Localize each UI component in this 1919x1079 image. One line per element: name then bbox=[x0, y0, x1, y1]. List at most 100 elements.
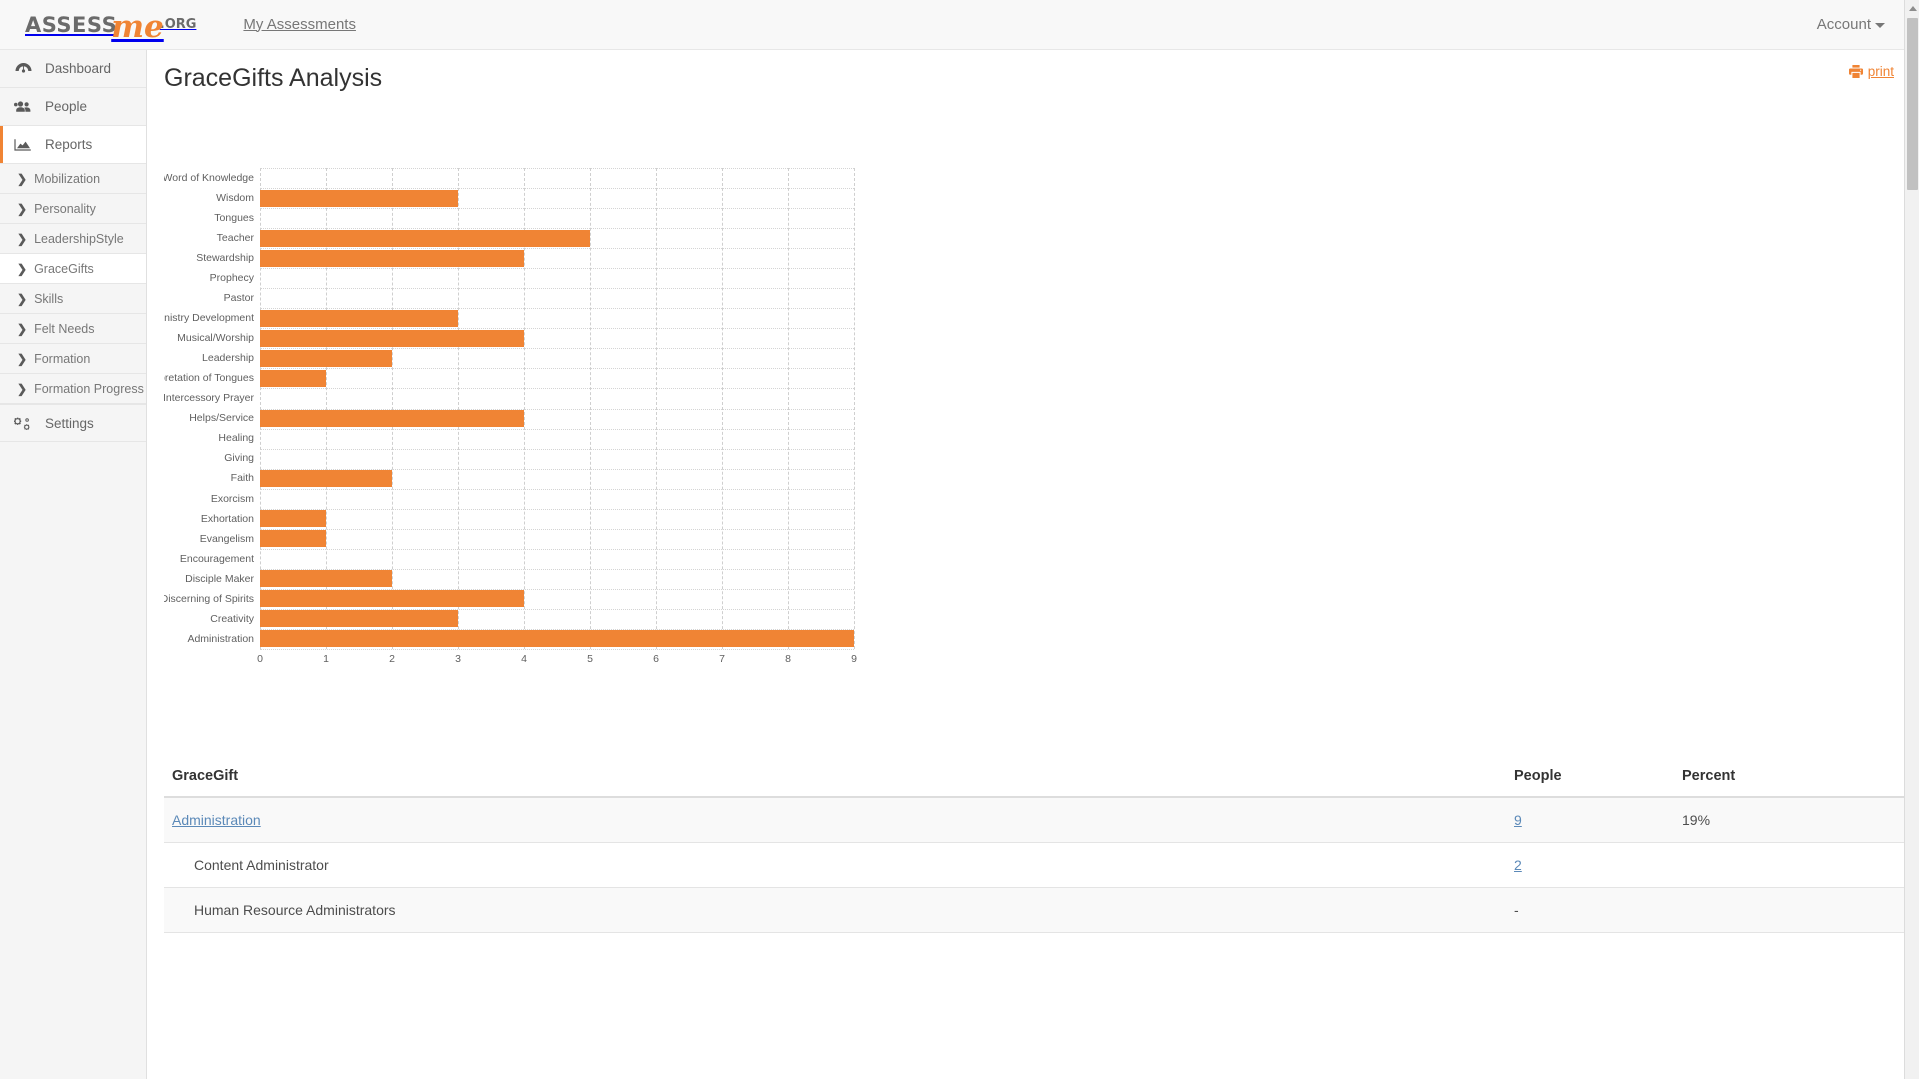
cell-percent: 19% bbox=[1674, 797, 1904, 843]
chart-category-label: Administration bbox=[187, 632, 254, 645]
sidebar-subitem-label: Mobilization bbox=[34, 171, 101, 186]
print-label: print bbox=[1867, 64, 1894, 79]
sidebar: Dashboard People Reports ❯ Mobilization … bbox=[0, 50, 147, 1079]
sidebar-subitem-mobilization[interactable]: ❯ Mobilization bbox=[0, 164, 146, 194]
cell-percent bbox=[1674, 842, 1904, 888]
chart-x-tick-label: 1 bbox=[323, 653, 329, 665]
sidebar-item-dashboard[interactable]: Dashboard bbox=[0, 50, 146, 88]
people-count-link[interactable]: 9 bbox=[1514, 812, 1522, 828]
table-row: Content Administrator 2 bbox=[164, 842, 1904, 888]
sidebar-subitem-personality[interactable]: ❯ Personality bbox=[0, 194, 146, 224]
chart-gridline-horizontal bbox=[260, 649, 854, 650]
chart-bar[interactable] bbox=[260, 610, 458, 628]
chart-category-label: Pastor bbox=[223, 292, 254, 305]
chart-category-label: Evangelism bbox=[199, 532, 254, 545]
chart-x-tick-label: 2 bbox=[389, 653, 395, 665]
chart-bar[interactable] bbox=[260, 329, 524, 347]
cell-people: - bbox=[1506, 887, 1674, 933]
sidebar-subitem-label: Felt Needs bbox=[34, 321, 95, 336]
brand-logo[interactable]: ASSESS me .ORG bbox=[25, 0, 196, 50]
top-navbar: ASSESS me .ORG My Assessments Account bbox=[0, 0, 1919, 50]
dashboard-icon bbox=[12, 61, 34, 77]
sidebar-item-reports[interactable]: Reports bbox=[0, 126, 146, 164]
reports-chart-icon bbox=[12, 137, 34, 153]
chart-gridline-horizontal bbox=[260, 448, 854, 450]
chart-category-label: Exorcism bbox=[210, 492, 254, 505]
chart-gridline-horizontal bbox=[260, 168, 854, 169]
chart-gridline-horizontal bbox=[260, 488, 854, 490]
chart-x-tick-label: 5 bbox=[587, 653, 593, 665]
sidebar-subitem-formation[interactable]: ❯ Formation bbox=[0, 344, 146, 374]
chevron-right-icon: ❯ bbox=[17, 381, 28, 396]
chart-category-label: Stewardship bbox=[196, 252, 254, 265]
chart-bar[interactable] bbox=[260, 630, 854, 648]
people-count-link[interactable]: 2 bbox=[1514, 857, 1522, 873]
sidebar-item-people[interactable]: People bbox=[0, 88, 146, 126]
chart-category-label: Faith bbox=[230, 472, 254, 485]
chart-bar[interactable] bbox=[260, 530, 326, 548]
table-header: GraceGift People Percent bbox=[164, 760, 1904, 798]
nav-my-assessments[interactable]: My Assessments bbox=[243, 0, 356, 50]
chart-category-label: Encouragement bbox=[179, 552, 254, 565]
gracegift-link[interactable]: Administration bbox=[172, 812, 261, 828]
chart-bar[interactable] bbox=[260, 570, 392, 588]
chart-category-label: Tongues bbox=[214, 212, 254, 225]
chart-category-label: Disciple Maker bbox=[185, 572, 254, 585]
column-header-percent: Percent bbox=[1674, 760, 1904, 798]
people-count: - bbox=[1514, 902, 1519, 918]
brand-org-text: .ORG bbox=[159, 17, 197, 32]
main-content: GraceGifts Analysis print Word of Knowle… bbox=[148, 50, 1919, 1079]
sidebar-subitem-label: LeadershipStyle bbox=[34, 231, 124, 246]
sidebar-item-label: Dashboard bbox=[45, 61, 112, 76]
chart-bar[interactable] bbox=[260, 470, 392, 488]
chart-bar[interactable] bbox=[260, 410, 524, 428]
chart-category-label: Giving bbox=[224, 452, 254, 465]
chevron-down-icon bbox=[1875, 22, 1885, 28]
page-scrollbar[interactable] bbox=[1904, 0, 1919, 1079]
sidebar-subitem-label: Formation Progress bbox=[34, 381, 144, 396]
chart-bar[interactable] bbox=[260, 309, 458, 327]
chart-bar[interactable] bbox=[260, 510, 326, 528]
chart-bar[interactable] bbox=[260, 369, 326, 387]
chart-bar[interactable] bbox=[260, 189, 458, 207]
page-header: GraceGifts Analysis print bbox=[148, 50, 1919, 108]
chart-category-label: Discerning of Spirits bbox=[164, 592, 254, 605]
cell-gracegift: Content Administrator bbox=[164, 842, 1506, 888]
gracegift-name: Content Administrator bbox=[194, 857, 329, 873]
chart-gridline-horizontal bbox=[260, 388, 854, 390]
sidebar-subitem-label: Personality bbox=[34, 201, 96, 216]
sidebar-subitem-gracegifts[interactable]: ❯ GraceGifts bbox=[0, 254, 146, 284]
chart-category-label: Wisdom bbox=[216, 192, 254, 205]
chevron-right-icon: ❯ bbox=[17, 231, 28, 246]
cell-gracegift: Human Resource Administrators bbox=[164, 887, 1506, 933]
account-menu[interactable]: Account bbox=[1817, 0, 1885, 50]
chart-gridline-horizontal bbox=[260, 288, 854, 290]
scrollbar-thumb[interactable] bbox=[1907, 18, 1918, 190]
chart-bar[interactable] bbox=[260, 349, 392, 367]
sidebar-subitem-felt-needs[interactable]: ❯ Felt Needs bbox=[0, 314, 146, 344]
scroll-up-arrow-icon[interactable] bbox=[1905, 0, 1919, 16]
chart-x-tick-label: 6 bbox=[653, 653, 659, 665]
chevron-right-icon: ❯ bbox=[17, 351, 28, 366]
sidebar-item-label: Reports bbox=[45, 137, 93, 152]
sidebar-subitem-label: Formation bbox=[34, 351, 91, 366]
chart-category-label: Prophecy bbox=[209, 272, 254, 285]
sidebar-item-settings[interactable]: Settings bbox=[0, 404, 146, 442]
chart-bar[interactable] bbox=[260, 590, 524, 608]
people-icon bbox=[12, 99, 34, 115]
sidebar-item-label: People bbox=[45, 99, 88, 114]
chevron-right-icon: ❯ bbox=[17, 261, 28, 276]
print-button[interactable]: print bbox=[1848, 64, 1894, 79]
chart-category-label: Helps/Service bbox=[189, 412, 254, 425]
gracegifts-table: GraceGift People Percent Administration 9… bbox=[164, 760, 1904, 933]
sidebar-subitem-formation-progress[interactable]: ❯ Formation Progress bbox=[0, 374, 146, 404]
gracegifts-table-wrapper: GraceGift People Percent Administration 9… bbox=[164, 760, 1904, 933]
sidebar-subitem-skills[interactable]: ❯ Skills bbox=[0, 284, 146, 314]
printer-icon bbox=[1848, 65, 1863, 78]
chart-bar[interactable] bbox=[260, 229, 590, 247]
brand-me-text: me bbox=[111, 9, 164, 45]
sidebar-subitem-leadershipstyle[interactable]: ❯ LeadershipStyle bbox=[0, 224, 146, 254]
column-header-people: People bbox=[1506, 760, 1674, 798]
chart-category-label: Teacher bbox=[216, 232, 254, 245]
chart-bar[interactable] bbox=[260, 249, 524, 267]
